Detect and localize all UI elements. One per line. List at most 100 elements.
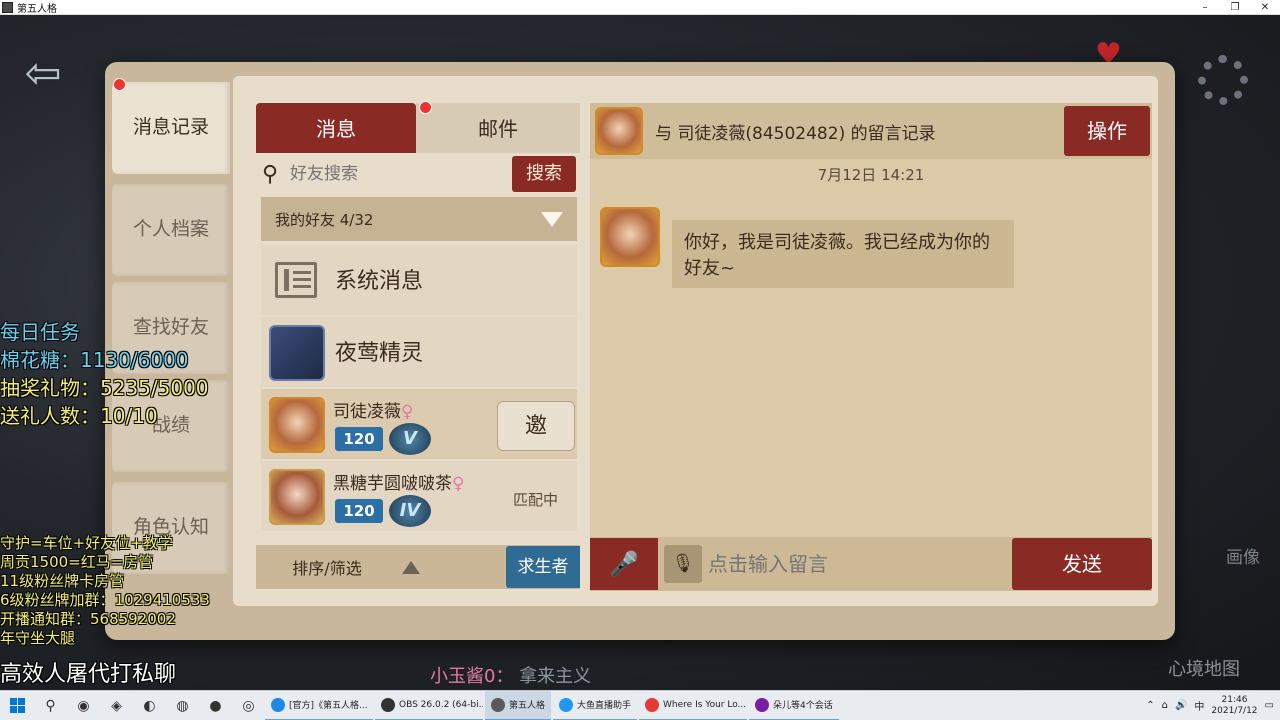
rule-line: 开播通知群：568592002 <box>0 610 176 628</box>
fish-icon <box>559 697 574 712</box>
search-button[interactable]: 搜索 <box>512 156 576 192</box>
clock[interactable]: 21:46 2021/7/12 <box>1211 695 1257 717</box>
boosting-ad-overlay: 高效人屠代打私聊 <box>0 662 177 687</box>
status-label: 匹配中 <box>513 491 559 509</box>
taskbar-app[interactable]: 朵儿等4个会话 <box>749 691 839 720</box>
friend-list: 系统消息 夜莺精灵 司徒凌薇♀ 120 V 邀 黑糖芋圆啵啵茶♀ 120 IV … <box>261 245 577 540</box>
chrome-icon[interactable]: ◎ <box>232 691 265 720</box>
avatar <box>600 207 660 267</box>
window-title: 第五人格 <box>17 3 57 15</box>
ime-indicator[interactable]: 中 <box>1194 698 1204 713</box>
gift-givers-progress: 送礼人数：10/10 <box>0 404 158 428</box>
microphone-icon[interactable]: 🎤 <box>590 538 658 590</box>
daily-tasks-overlay: 每日任务 棉花糖：1130/6000 抽奖礼物：5235/5000 送礼人数：1… <box>0 318 209 430</box>
danmaku-comment: 小玉酱0： 拿来主义 <box>430 662 591 688</box>
mail-notification-dot <box>419 101 432 114</box>
tab-mail[interactable]: 邮件 <box>416 103 580 153</box>
danmaku-text: 拿来主义 <box>519 666 592 687</box>
avatar <box>269 469 325 525</box>
edge-icon <box>271 697 285 712</box>
minimize-button[interactable]: – <box>1190 0 1220 15</box>
list-item-friend[interactable]: 司徒凌薇♀ 120 V 邀 <box>261 389 577 459</box>
message-input[interactable] <box>708 541 1012 587</box>
voice-message-icon[interactable]: 🎙 <box>664 545 702 583</box>
chat-panel: 与 司徒凌薇(84502482) 的留言记录 操作 7月12日 14:21 你好… <box>590 103 1152 591</box>
chat-icon <box>755 697 770 712</box>
chevron-down-icon <box>541 211 563 227</box>
gear-icon[interactable] <box>1198 55 1248 105</box>
close-button[interactable]: ✕ <box>1250 0 1280 15</box>
sort-filter-button[interactable]: 排序/筛选 <box>256 555 456 579</box>
rank-badge: V <box>389 423 431 455</box>
rule-line: 6级粉丝牌加群：1029410533 <box>0 591 210 609</box>
browser-icon[interactable]: ◉ <box>67 691 100 720</box>
taskbar-app[interactable]: 大鱼直播助手 <box>553 691 638 720</box>
mind-map-label[interactable]: 心境地图 <box>1168 655 1240 681</box>
system-message-icon <box>275 262 317 298</box>
list-item-label: 夜莺精灵 <box>335 341 424 366</box>
taskbar-app[interactable]: OBS 26.0.2 (64-bi... <box>375 691 483 720</box>
rule-line: 年守坐大腿 <box>0 629 76 647</box>
netease-music-icon <box>645 697 660 712</box>
message-timestamp: 7月12日 14:21 <box>817 166 925 184</box>
friend-search-input[interactable] <box>290 157 512 191</box>
notification-icon[interactable]: ▭ <box>1265 700 1274 711</box>
steam-icon[interactable]: ◍ <box>166 691 199 720</box>
rule-line: 守护=车位+好友位+教学 <box>0 534 173 552</box>
survivor-toggle-button[interactable]: 求生者 <box>506 546 580 588</box>
daily-tasks-title: 每日任务 <box>0 320 80 344</box>
window-titlebar: 第五人格 – ❐ ✕ <box>0 0 1280 15</box>
qq-icon[interactable]: ◐ <box>133 691 166 720</box>
rank-badge: IV <box>389 495 431 527</box>
list-item-friend[interactable]: 黑糖芋圆啵啵茶♀ 120 IV 匹配中 <box>261 461 577 531</box>
avatar <box>595 107 643 155</box>
taskbar-app[interactable]: Where Is Your Lo... <box>639 691 748 720</box>
taskbar-app[interactable]: 第五人格 <box>485 690 552 720</box>
search-icon[interactable]: ⚲ <box>34 691 67 720</box>
system-tray: ⌃ ⌂ 🔊 中 21:46 2021/7/12 ▭ <box>1146 691 1280 720</box>
stream-rules-overlay: 守护=车位+好友位+教学 周贡1500=红马=房管 11级粉丝牌卡房管 6级粉丝… <box>0 534 210 648</box>
rule-line: 11级粉丝牌卡房管 <box>0 572 125 590</box>
tab-profile[interactable]: 个人档案 <box>112 184 230 276</box>
exit-door-icon[interactable]: ⇦ <box>12 43 74 105</box>
game-icon <box>491 697 505 712</box>
notification-dot <box>113 78 126 91</box>
female-icon: ♀ <box>401 402 414 422</box>
message-tabs: 消息 邮件 <box>256 103 580 153</box>
search-icon: ⚲ <box>262 161 279 187</box>
rule-line: 周贡1500=红马=房管 <box>0 553 154 571</box>
female-icon: ♀ <box>452 474 465 494</box>
wallet-icon[interactable]: ● <box>199 691 232 720</box>
chat-title: 与 司徒凌薇(84502482) 的留言记录 <box>655 123 936 144</box>
start-button[interactable] <box>0 691 34 720</box>
chevron-up-icon[interactable]: ⌃ <box>1146 700 1154 711</box>
level-badge: 120 <box>335 499 383 523</box>
maximize-button[interactable]: ❐ <box>1220 0 1250 15</box>
friends-dropdown[interactable]: 我的好友 4/32 <box>261 197 577 241</box>
friend-name: 司徒凌薇♀ <box>333 402 414 422</box>
chat-header: 与 司徒凌薇(84502482) 的留言记录 操作 <box>590 103 1152 159</box>
message-bubble: 你好，我是司徒凌薇。我已经成为你的好友~ <box>672 220 1014 288</box>
send-button[interactable]: 发送 <box>1012 538 1152 590</box>
tab-message-records[interactable]: 消息记录 <box>112 82 230 174</box>
message-input-bar: 🎤 🎙 发送 <box>590 537 1152 591</box>
sort-filter-label: 排序/筛选 <box>292 559 362 578</box>
list-item-nightingale[interactable]: 夜莺精灵 <box>261 317 577 387</box>
tab-messages[interactable]: 消息 <box>256 103 416 153</box>
avatar <box>269 325 325 381</box>
friend-name: 黑糖芋圆啵啵茶♀ <box>333 474 465 494</box>
danmaku-user: 小玉酱0： <box>430 666 514 687</box>
side-portrait-label[interactable]: 画像 <box>1226 543 1260 568</box>
list-item-label: 系统消息 <box>335 269 424 294</box>
windows-taskbar: ⚲ ◉ ◈ ◐ ◍ ● ◎ [官方]《第五人格... OBS 26.0.2 (6… <box>0 690 1280 720</box>
game-pad-icon[interactable]: ◈ <box>100 691 133 720</box>
avatar <box>269 397 325 453</box>
network-icon[interactable]: ⌂ <box>1162 700 1168 711</box>
app-icon <box>2 1 13 13</box>
taskbar-app[interactable]: [官方]《第五人格... <box>265 691 373 720</box>
invite-button[interactable]: 邀 <box>497 401 575 451</box>
list-item-system[interactable]: 系统消息 <box>261 245 577 315</box>
volume-icon[interactable]: 🔊 <box>1175 700 1187 711</box>
operate-button[interactable]: 操作 <box>1064 106 1150 156</box>
chevron-up-icon <box>401 560 420 574</box>
